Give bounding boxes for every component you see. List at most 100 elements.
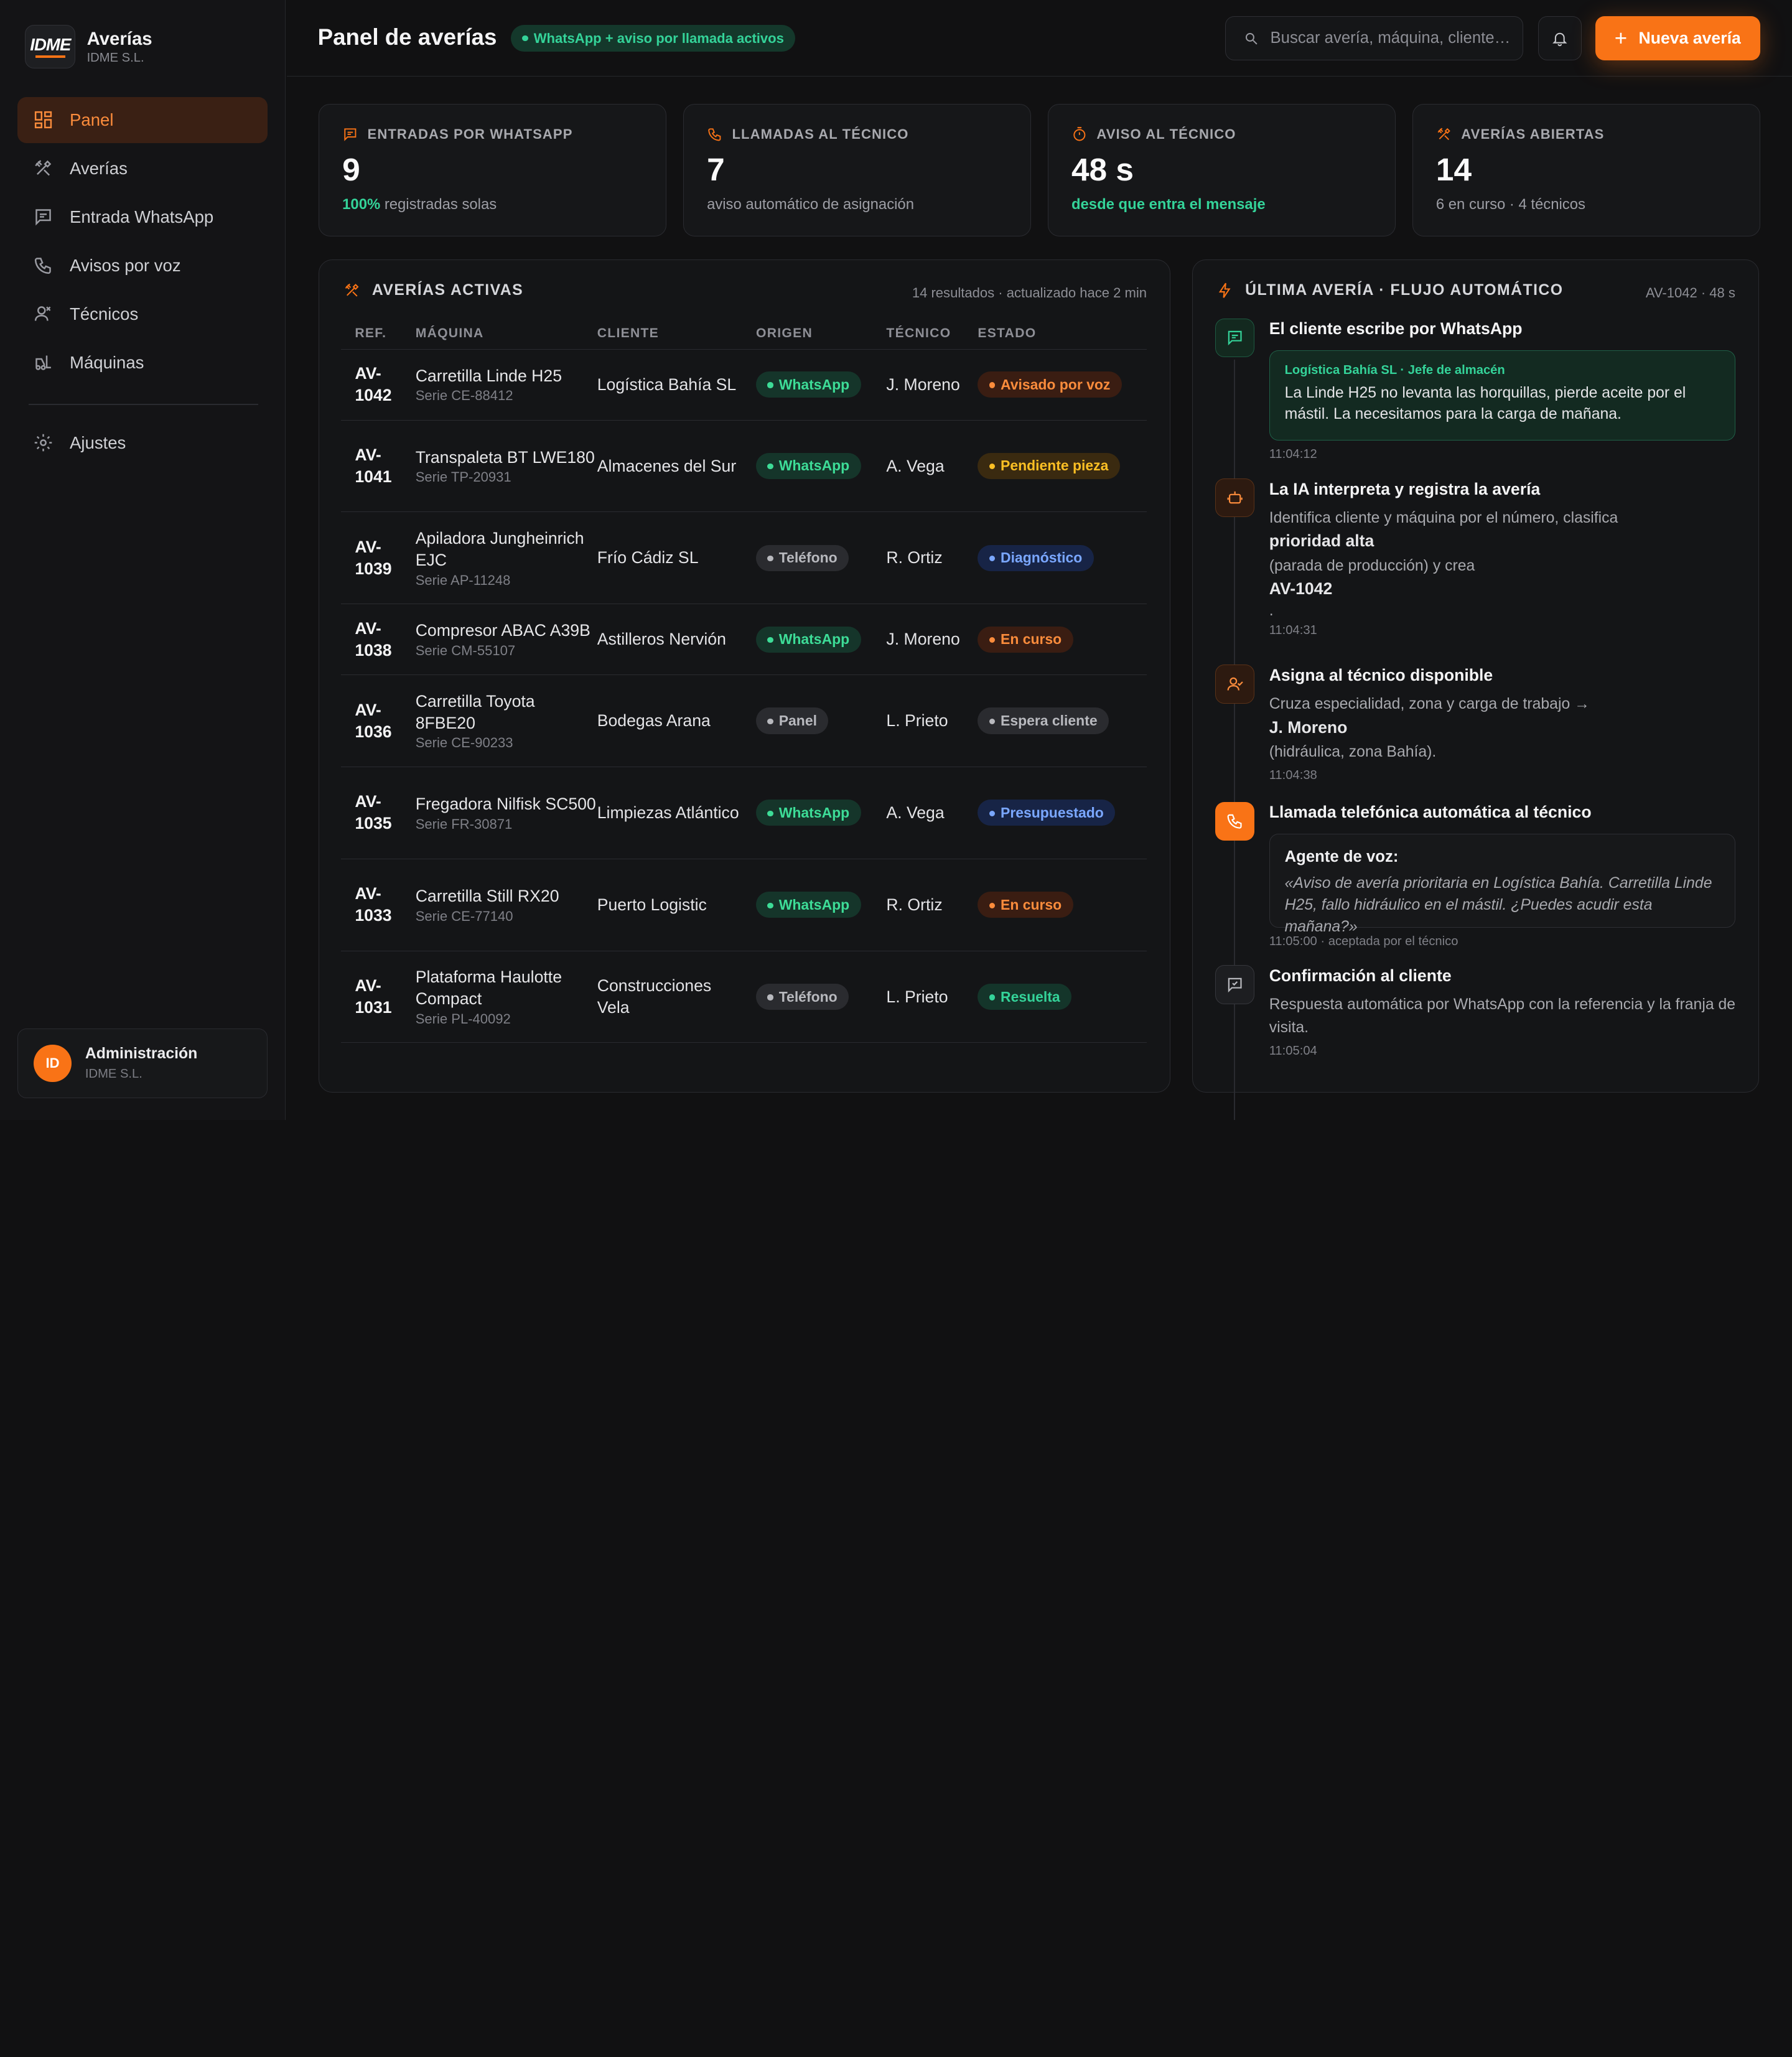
sidebar-item-avisos-voz[interactable]: Avisos por voz — [17, 243, 268, 288]
table-row[interactable]: AV-1038 Compresor ABAC A39B Serie CM-5510… — [341, 604, 1147, 676]
kpi-sub: 100% registradas solas — [342, 196, 497, 213]
sidebar-item-averias[interactable]: Averías — [17, 146, 268, 191]
machine-cell: Plataforma Haulotte Compact Serie PL-4009… — [415, 951, 597, 1043]
column-header[interactable]: TÉCNICO — [886, 318, 978, 350]
sidebar-item-tecnicos[interactable]: Técnicos — [17, 291, 268, 337]
fault-ref[interactable]: AV-1033 — [341, 859, 416, 951]
fault-ref[interactable]: AV-1031 — [341, 951, 416, 1043]
client-cell: Puerto Logistic — [597, 859, 757, 951]
search-input[interactable] — [1270, 29, 1511, 48]
column-header[interactable]: MÁQUINA — [415, 318, 597, 350]
step-icon — [1215, 665, 1254, 704]
company-logo: IDME — [25, 25, 76, 69]
origin-badge: WhatsApp — [756, 626, 861, 653]
column-header[interactable]: REF. — [341, 318, 416, 350]
step-icon — [1215, 965, 1254, 1004]
fault-ref[interactable]: AV-1041 — [341, 420, 416, 513]
table-row[interactable]: AV-1039 Apiladora Jungheinrich EJC Serie … — [341, 511, 1147, 605]
technician-cell: A. Vega — [886, 420, 978, 513]
sidebar-item-label: Entrada WhatsApp — [70, 207, 214, 226]
technician-cell: L. Prieto — [886, 951, 978, 1043]
tools-icon — [1437, 128, 1450, 141]
results-meta: 14 resultados · actualizado hace 2 min — [912, 285, 1147, 301]
origin-cell: WhatsApp — [756, 767, 887, 859]
column-header[interactable]: ESTADO — [978, 318, 1147, 350]
machine-cell: Transpaleta BT LWE180 Serie TP-20931 — [415, 420, 597, 513]
sidebar-item-panel[interactable]: Panel — [17, 97, 268, 143]
origin-cell: WhatsApp — [756, 604, 887, 676]
table-row[interactable]: AV-1036 Carretilla Toyota 8FBE20 Serie CE… — [341, 674, 1147, 767]
technician-icon — [35, 306, 51, 322]
phone-icon — [35, 258, 52, 274]
column-header[interactable]: CLIENTE — [597, 318, 757, 350]
table-row[interactable]: AV-1041 Transpaleta BT LWE180 Serie TP-20… — [341, 420, 1147, 513]
sidebar-item-label: Averías — [70, 158, 128, 178]
table-row[interactable]: AV-1031 Plataforma Haulotte Compact Serie… — [341, 951, 1147, 1043]
panel-title: AVERÍAS ACTIVAS — [343, 282, 523, 299]
technician-cell: R. Ortiz — [886, 859, 978, 951]
tools-icon — [35, 160, 52, 176]
fault-ref[interactable]: AV-1035 — [341, 767, 416, 859]
origin-badge: Panel — [756, 707, 829, 734]
bolt-icon — [1219, 282, 1231, 298]
step-time: 11:04:38 — [1269, 768, 1317, 782]
column-header[interactable]: ORIGEN — [756, 318, 887, 350]
app-title: Averías — [86, 28, 152, 49]
sidebar-item-whatsapp[interactable]: Entrada WhatsApp — [17, 194, 268, 240]
status-badge: Avisado por voz — [978, 371, 1122, 398]
step-description: Respuesta automática por WhatsApp con la… — [1269, 994, 1735, 1062]
client-cell: Limpiezas Atlántico — [597, 767, 757, 859]
step-time: 11:04:12 — [1269, 447, 1317, 462]
active-faults-panel: AVERÍAS ACTIVAS 14 resultados · actualiz… — [319, 259, 1170, 1093]
fault-ref[interactable]: AV-1036 — [341, 674, 416, 767]
table-row[interactable]: AV-1033 Carretilla Still RX20 Serie CE-77… — [341, 859, 1147, 951]
message-icon — [1228, 330, 1242, 346]
forklift-icon — [35, 355, 52, 371]
technician-cell: J. Moreno — [886, 604, 978, 676]
fault-ref[interactable]: AV-1038 — [341, 604, 416, 676]
step-time: 11:05:04 — [1269, 1043, 1317, 1058]
kpi-sub: aviso automático de asignación — [707, 196, 914, 213]
tools-icon — [345, 283, 359, 297]
status-badge: En curso — [978, 892, 1073, 918]
status-badge: Presupuestado — [978, 800, 1116, 826]
status-badge: WhatsApp + aviso por llamada activos — [510, 25, 796, 52]
notifications-button[interactable] — [1538, 16, 1582, 61]
table-row[interactable]: AV-1042 Carretilla Linde H25 Serie CE-884… — [341, 349, 1147, 421]
kpi-value: 9 — [342, 151, 360, 187]
kpi-value: 7 — [707, 151, 725, 187]
fault-ref[interactable]: AV-1042 — [341, 349, 416, 421]
origin-cell: WhatsApp — [756, 420, 887, 513]
technician-cell: R. Ortiz — [886, 511, 978, 605]
kpi-card-abiertas: AVERÍAS ABIERTAS 14 6 en curso · 4 técni… — [1412, 104, 1760, 237]
origin-cell: Panel — [756, 674, 887, 767]
voice-agent-message: Agente de voz: «Aviso de avería priorita… — [1269, 833, 1736, 935]
fault-ref[interactable]: AV-1039 — [341, 511, 416, 605]
status-badge: Pendiente pieza — [978, 452, 1120, 480]
message-sender: Logística Bahía SL · Jefe de almacén — [1284, 363, 1505, 378]
sidebar-item-label: Máquinas — [70, 352, 144, 372]
new-fault-button[interactable]: + Nueva avería — [1595, 16, 1760, 61]
client-cell: Logística Bahía SL — [597, 349, 757, 421]
status-cell: En curso — [978, 604, 1147, 676]
client-cell: Bodegas Arana — [597, 674, 757, 767]
new-fault-label: Nueva avería — [1638, 29, 1741, 48]
sidebar-item-ajustes[interactable]: Ajustes — [17, 420, 268, 465]
status-cell: Diagnóstico — [978, 511, 1147, 605]
status-cell: Avisado por voz — [978, 349, 1147, 421]
client-cell: Astilleros Nervión — [597, 604, 757, 676]
robot-icon — [1227, 492, 1243, 504]
status-cell: Resuelta — [978, 951, 1147, 1043]
table-row[interactable]: AV-1035 Fregadora Nilfisk SC500 Serie FR-… — [341, 767, 1147, 859]
kpi-label: AVISO AL TÉCNICO — [1096, 126, 1236, 142]
sidebar-item-maquinas[interactable]: Máquinas — [17, 340, 268, 385]
origin-badge: Teléfono — [756, 983, 849, 1010]
search-box[interactable] — [1225, 16, 1524, 61]
status-badge: En curso — [978, 626, 1073, 653]
message-sender: Agente de voz: — [1284, 847, 1399, 865]
table-header: REF. MÁQUINA CLIENTE ORIGEN TÉCNICO ESTA… — [341, 318, 1147, 350]
client-cell: Construcciones Vela — [597, 951, 757, 1043]
user-card[interactable]: ID Administración IDME S.L. — [17, 1028, 268, 1099]
status-cell: Presupuestado — [978, 767, 1147, 859]
origin-badge: WhatsApp — [756, 371, 861, 398]
